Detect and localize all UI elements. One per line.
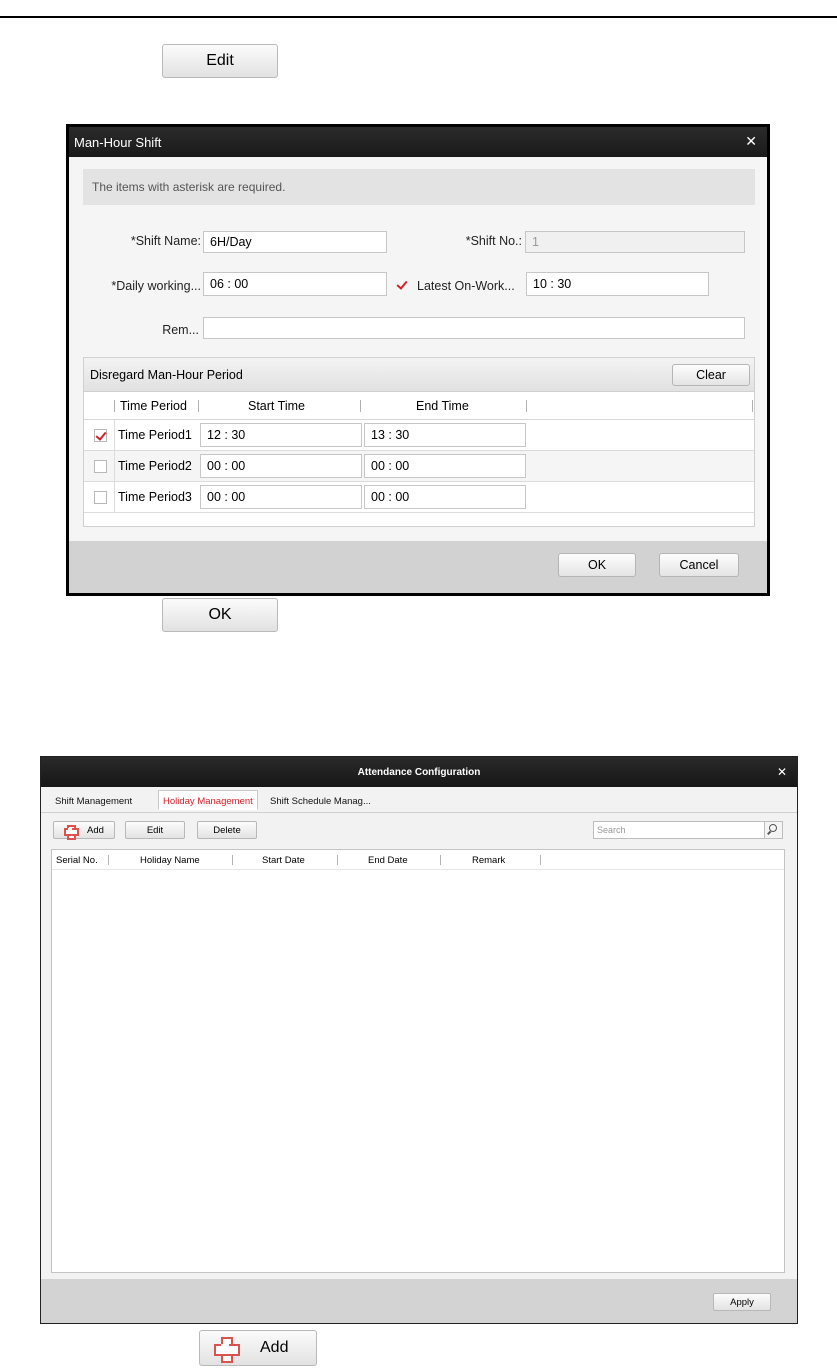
period-end-field[interactable]: 00 : 00 xyxy=(364,485,526,509)
shift-no-label: *Shift No.: xyxy=(465,234,522,248)
column-separator xyxy=(526,400,527,412)
delete-button[interactable]: Delete xyxy=(197,821,257,839)
column-separator xyxy=(540,855,541,865)
latest-on-work-checkbox[interactable] xyxy=(396,279,409,292)
row-divider xyxy=(114,482,115,513)
search-input[interactable]: Search xyxy=(593,821,783,839)
column-separator xyxy=(337,855,338,865)
clear-button[interactable]: Clear xyxy=(672,364,750,386)
doc-add-button[interactable]: Add xyxy=(199,1330,317,1366)
cancel-button[interactable]: Cancel xyxy=(659,553,739,577)
add-label: Add xyxy=(87,824,104,836)
ok-button[interactable]: OK xyxy=(558,553,636,577)
col-end-time: End Time xyxy=(416,399,469,413)
dialog-titlebar: Attendance Configuration ✕ xyxy=(41,757,797,787)
attendance-configuration-dialog: Attendance Configuration ✕ Shift Managem… xyxy=(40,756,798,1324)
plus-icon xyxy=(214,1337,240,1363)
column-separator xyxy=(752,400,753,412)
remark-label: Rem... xyxy=(162,323,199,337)
shift-no-field: 1 xyxy=(525,231,745,253)
column-separator xyxy=(114,400,115,412)
tab-shift-management[interactable]: Shift Management xyxy=(51,793,136,813)
period-end-field[interactable]: 00 : 00 xyxy=(364,454,526,478)
dialog-titlebar: Man-Hour Shift ✕ xyxy=(69,127,767,157)
plus-icon xyxy=(64,824,80,840)
period-row-checkbox[interactable] xyxy=(94,491,107,504)
doc-add-label: Add xyxy=(260,1339,289,1356)
edit-button[interactable]: Edit xyxy=(125,821,185,839)
page-top-rule xyxy=(0,16,837,18)
period-row: Time Period1 12 : 30 13 : 30 xyxy=(84,420,754,451)
latest-on-work-field[interactable]: 10 : 30 xyxy=(526,272,709,296)
holiday-toolbar: Add Edit Delete Search xyxy=(51,821,785,843)
period-panel-title: Disregard Man-Hour Period xyxy=(90,367,243,382)
period-row: Time Period3 00 : 00 00 : 00 xyxy=(84,482,754,513)
period-row-checkbox[interactable] xyxy=(94,460,107,473)
period-name: Time Period1 xyxy=(118,428,192,442)
tab-holiday-management[interactable]: Holiday Management xyxy=(158,790,258,810)
col-start-date: Start Date xyxy=(262,855,305,866)
period-name: Time Period2 xyxy=(118,459,192,473)
add-button[interactable]: Add xyxy=(53,821,115,840)
search-placeholder: Search xyxy=(597,825,626,835)
col-end-date: End Date xyxy=(368,855,408,866)
col-start-time: Start Time xyxy=(248,399,305,413)
edit-button[interactable]: Edit xyxy=(162,44,278,78)
period-start-field[interactable]: 00 : 00 xyxy=(200,454,362,478)
column-separator xyxy=(232,855,233,865)
period-start-field[interactable]: 00 : 00 xyxy=(200,485,362,509)
col-remark: Remark xyxy=(472,855,506,866)
shift-name-field[interactable]: 6H/Day xyxy=(203,231,387,253)
col-time-period: Time Period xyxy=(120,399,187,413)
remark-field[interactable] xyxy=(203,317,745,339)
disregard-period-panel: Disregard Man-Hour Period Clear Time Per… xyxy=(83,357,755,527)
required-notice: The items with asterisk are required. xyxy=(83,169,755,205)
period-name: Time Period3 xyxy=(118,490,192,504)
holiday-table: Serial No. Holiday Name Start Date End D… xyxy=(51,849,785,1273)
period-column-header: Time Period Start Time End Time xyxy=(84,392,754,420)
apply-button[interactable]: Apply xyxy=(713,1293,771,1311)
shift-name-label: *Shift Name: xyxy=(130,234,201,248)
tab-bar: Shift Management Holiday Management Shif… xyxy=(41,787,797,813)
period-start-field[interactable]: 12 : 30 xyxy=(200,423,362,447)
period-row: Time Period2 00 : 00 00 : 00 xyxy=(84,451,754,482)
tab-shift-schedule[interactable]: Shift Schedule Manag... xyxy=(266,793,375,813)
dialog-title: Man-Hour Shift xyxy=(74,134,162,150)
latest-on-work-label: Latest On-Work... xyxy=(417,279,515,293)
row-divider xyxy=(114,451,115,482)
col-serial-no: Serial No. xyxy=(56,855,98,866)
daily-working-label: *Daily working... xyxy=(111,279,201,293)
close-icon[interactable]: ✕ xyxy=(777,765,787,779)
period-panel-header: Disregard Man-Hour Period Clear xyxy=(84,358,754,392)
column-separator xyxy=(198,400,199,412)
column-separator xyxy=(440,855,441,865)
dialog-title: Attendance Configuration xyxy=(357,766,481,778)
daily-working-field[interactable]: 06 : 00 xyxy=(203,272,387,296)
col-holiday-name: Holiday Name xyxy=(140,855,200,866)
dialog-footer: OK Cancel xyxy=(69,541,767,593)
period-row-checkbox[interactable] xyxy=(94,429,107,442)
row-divider xyxy=(114,420,115,451)
man-hour-shift-dialog: Man-Hour Shift ✕ The items with asterisk… xyxy=(66,124,770,596)
doc-ok-button[interactable]: OK xyxy=(162,598,278,632)
dialog-footer: Apply xyxy=(41,1279,797,1323)
holiday-table-header: Serial No. Holiday Name Start Date End D… xyxy=(52,850,784,870)
period-end-field[interactable]: 13 : 30 xyxy=(364,423,526,447)
column-separator xyxy=(108,855,109,865)
search-icon[interactable] xyxy=(764,822,782,838)
close-icon[interactable]: ✕ xyxy=(745,133,757,150)
column-separator xyxy=(360,400,361,412)
